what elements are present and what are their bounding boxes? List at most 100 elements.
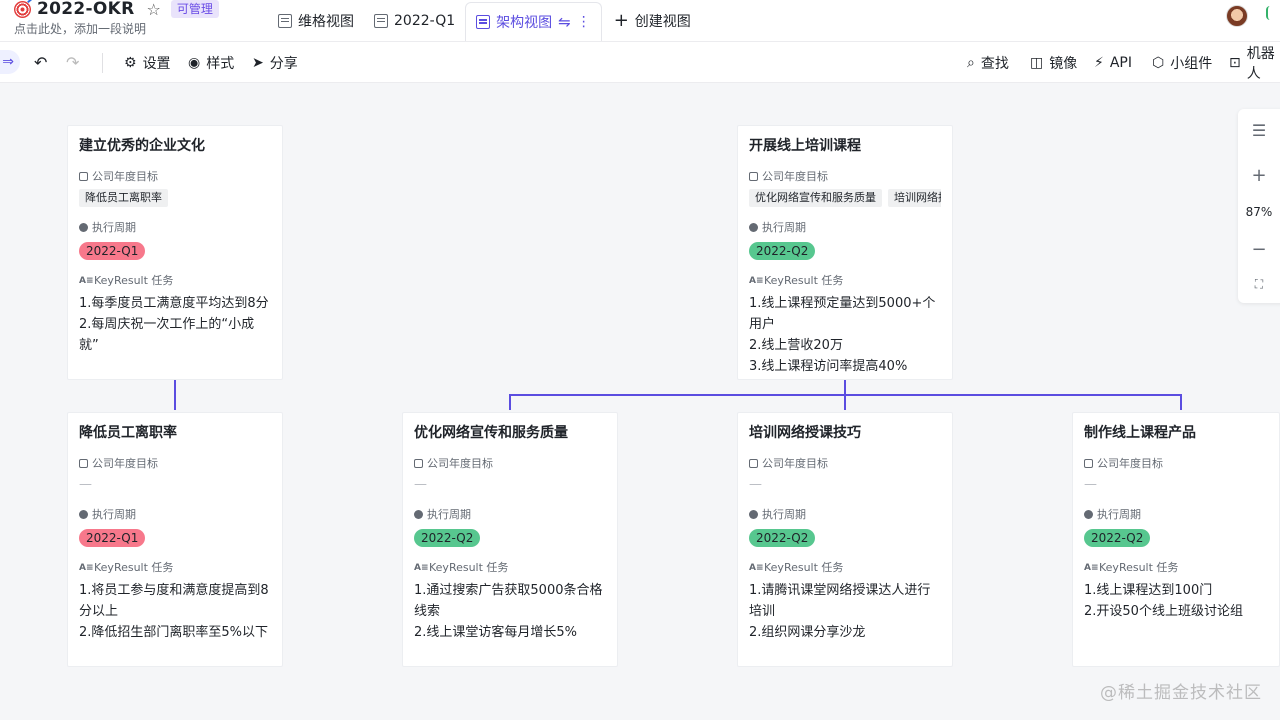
- card-title: 优化网络宣传和服务质量: [414, 425, 568, 441]
- widget-button[interactable]: ⬡ 小组件: [1152, 42, 1212, 83]
- link-icon: [749, 458, 758, 468]
- toolbar-label: 小组件: [1170, 55, 1213, 72]
- toolbar-label: 查找: [980, 55, 1009, 72]
- sidebar-toggle-button[interactable]: ⇒: [0, 50, 20, 74]
- permission-badge: 可管理: [170, 0, 219, 18]
- kr-line: 1.线上课程预定量达到5000+个用户: [749, 296, 936, 332]
- link-icon: [414, 458, 423, 468]
- architecture-canvas[interactable]: 建立优秀的企业文化 公司年度目标 降低员工离职率 执行周期 2022-Q1 A≡…: [0, 83, 1280, 720]
- more-icon[interactable]: ⋮: [577, 14, 591, 30]
- connection-icon[interactable]: [1266, 6, 1280, 20]
- field-label-period: 执行周期: [749, 506, 941, 522]
- link-icon: [749, 171, 758, 181]
- search-button[interactable]: ⌕ 查找: [967, 42, 1009, 83]
- text-field-icon: A≡: [1084, 562, 1099, 573]
- architecture-view-icon: [476, 15, 491, 29]
- field-name: KeyResult 任务: [764, 274, 844, 287]
- period-icon: [79, 509, 88, 519]
- field-label-goal: 公司年度目标: [414, 455, 606, 471]
- period-pill: 2022-Q2: [749, 529, 816, 547]
- okr-card[interactable]: 降低员工离职率 公司年度目标 — 执行周期 2022-Q1 A≡ KeyResul…: [67, 412, 283, 667]
- period-icon: [749, 222, 758, 232]
- period-pill: 2022-Q2: [1084, 529, 1151, 547]
- goal-chip[interactable]: 优化网络宣传和服务质量: [749, 189, 882, 207]
- field-name: KeyResult 任务: [94, 561, 174, 574]
- period-icon: [749, 509, 758, 519]
- style-button[interactable]: ◉ 样式: [188, 42, 234, 83]
- tab-label: 2022-Q1: [394, 12, 456, 29]
- text-field-icon: A≡: [749, 562, 764, 573]
- empty-goal: —: [1084, 477, 1097, 492]
- widget-icon: ⬡: [1152, 54, 1165, 71]
- period-pill: 2022-Q2: [414, 529, 481, 547]
- grid-view-icon: [374, 13, 388, 28]
- api-icon: ⚡: [1094, 54, 1104, 71]
- field-name: 公司年度目标: [762, 457, 828, 470]
- share-button[interactable]: ➤ 分享: [252, 42, 298, 83]
- kr-line: 1.请腾讯课堂网络授课达人进行培训: [749, 583, 931, 619]
- field-label-period: 执行周期: [749, 219, 941, 235]
- okr-card[interactable]: 开展线上培训课程 公司年度目标 优化网络宣传和服务质量 培训网络授课技巧 执行周…: [737, 125, 953, 380]
- tab-2022-q1[interactable]: 2022-Q1: [364, 0, 465, 41]
- empty-goal: —: [749, 477, 762, 492]
- view-tabs: 维格视图 2022-Q1 架构视图 ⇋ ⋮ + 创建视图: [268, 0, 703, 41]
- mirror-button[interactable]: ◫ 镜像: [1030, 42, 1077, 83]
- eye-icon: ◉: [188, 54, 201, 71]
- undo-button[interactable]: ↶: [34, 42, 47, 83]
- card-title: 建立优秀的企业文化: [79, 138, 205, 154]
- field-name: 公司年度目标: [427, 457, 493, 470]
- kr-line: 1.将员工参与度和满意度提高到8分以上: [79, 583, 269, 619]
- connector-line: [174, 380, 176, 410]
- menu-icon[interactable]: ☰: [1238, 121, 1280, 140]
- connector-line: [1180, 394, 1182, 410]
- field-label-period: 执行周期: [79, 219, 271, 235]
- user-avatar[interactable]: [1226, 5, 1248, 27]
- goal-chip[interactable]: 培训网络授课技巧: [888, 189, 941, 207]
- kr-line: 2.线上课堂访客每月增长5%: [414, 625, 578, 640]
- description-field[interactable]: 点击此处，添加一段说明: [14, 20, 146, 37]
- card-title: 制作线上课程产品: [1084, 425, 1196, 441]
- api-button[interactable]: ⚡ API: [1094, 42, 1132, 83]
- period-icon: [1084, 509, 1093, 519]
- field-name: KeyResult 任务: [1099, 561, 1179, 574]
- kr-line: 2.降低招生部门离职率至5%以下: [79, 625, 269, 640]
- okr-card[interactable]: 建立优秀的企业文化 公司年度目标 降低员工离职率 执行周期 2022-Q1 A≡…: [67, 125, 283, 380]
- page-title[interactable]: 2022-OKR: [37, 0, 135, 19]
- okr-card[interactable]: 优化网络宣传和服务质量 公司年度目标 — 执行周期 2022-Q2 A≡ KeyR…: [402, 412, 618, 667]
- mirror-icon: ◫: [1030, 54, 1044, 71]
- zoom-in-button[interactable]: +: [1238, 165, 1280, 186]
- period-icon: [414, 509, 423, 519]
- zoom-out-button[interactable]: −: [1238, 239, 1280, 260]
- field-name: 执行周期: [1097, 508, 1141, 521]
- toolbar-label: 机器人: [1246, 45, 1275, 82]
- field-label-kr: A≡ KeyResult 任务: [749, 272, 941, 288]
- field-name: 执行周期: [762, 508, 806, 521]
- gear-icon: ⚙: [124, 54, 137, 71]
- search-icon: ⌕: [967, 54, 975, 71]
- swap-icon[interactable]: ⇋: [558, 13, 571, 31]
- okr-card[interactable]: 制作线上课程产品 公司年度目标 — 执行周期 2022-Q2 A≡ KeyResu…: [1072, 412, 1280, 667]
- settings-button[interactable]: ⚙ 设置: [124, 42, 171, 83]
- create-view-button[interactable]: + 创建视图: [602, 0, 703, 41]
- field-name: 执行周期: [762, 221, 806, 234]
- field-label-kr: A≡ KeyResult 任务: [749, 559, 941, 575]
- fit-screen-icon[interactable]: ⛶: [1238, 277, 1280, 292]
- period-pill: 2022-Q1: [79, 242, 146, 260]
- toolbar-label: 镜像: [1049, 55, 1078, 72]
- goal-chip[interactable]: 降低员工离职率: [79, 189, 168, 207]
- field-label-period: 执行周期: [1084, 506, 1268, 522]
- tab-grid-view[interactable]: 维格视图: [268, 0, 364, 41]
- okr-card[interactable]: 培训网络授课技巧 公司年度目标 — 执行周期 2022-Q2 A≡ KeyResu…: [737, 412, 953, 667]
- goal-chips: 降低员工离职率: [79, 189, 271, 207]
- zoom-level: 87%: [1245, 205, 1273, 219]
- tab-label: 维格视图: [298, 13, 354, 30]
- field-label-goal: 公司年度目标: [749, 168, 941, 184]
- tab-architecture-view[interactable]: 架构视图 ⇋ ⋮: [465, 2, 602, 41]
- text-field-icon: A≡: [79, 275, 94, 286]
- empty-goal: —: [79, 477, 92, 492]
- redo-button[interactable]: ↷: [66, 42, 79, 83]
- star-icon[interactable]: ☆: [147, 0, 161, 19]
- kr-line: 3.线上课程访问率提高40%: [749, 359, 908, 374]
- card-title: 开展线上培训课程: [749, 138, 861, 154]
- robot-button[interactable]: ⊡ 机器人: [1229, 42, 1280, 83]
